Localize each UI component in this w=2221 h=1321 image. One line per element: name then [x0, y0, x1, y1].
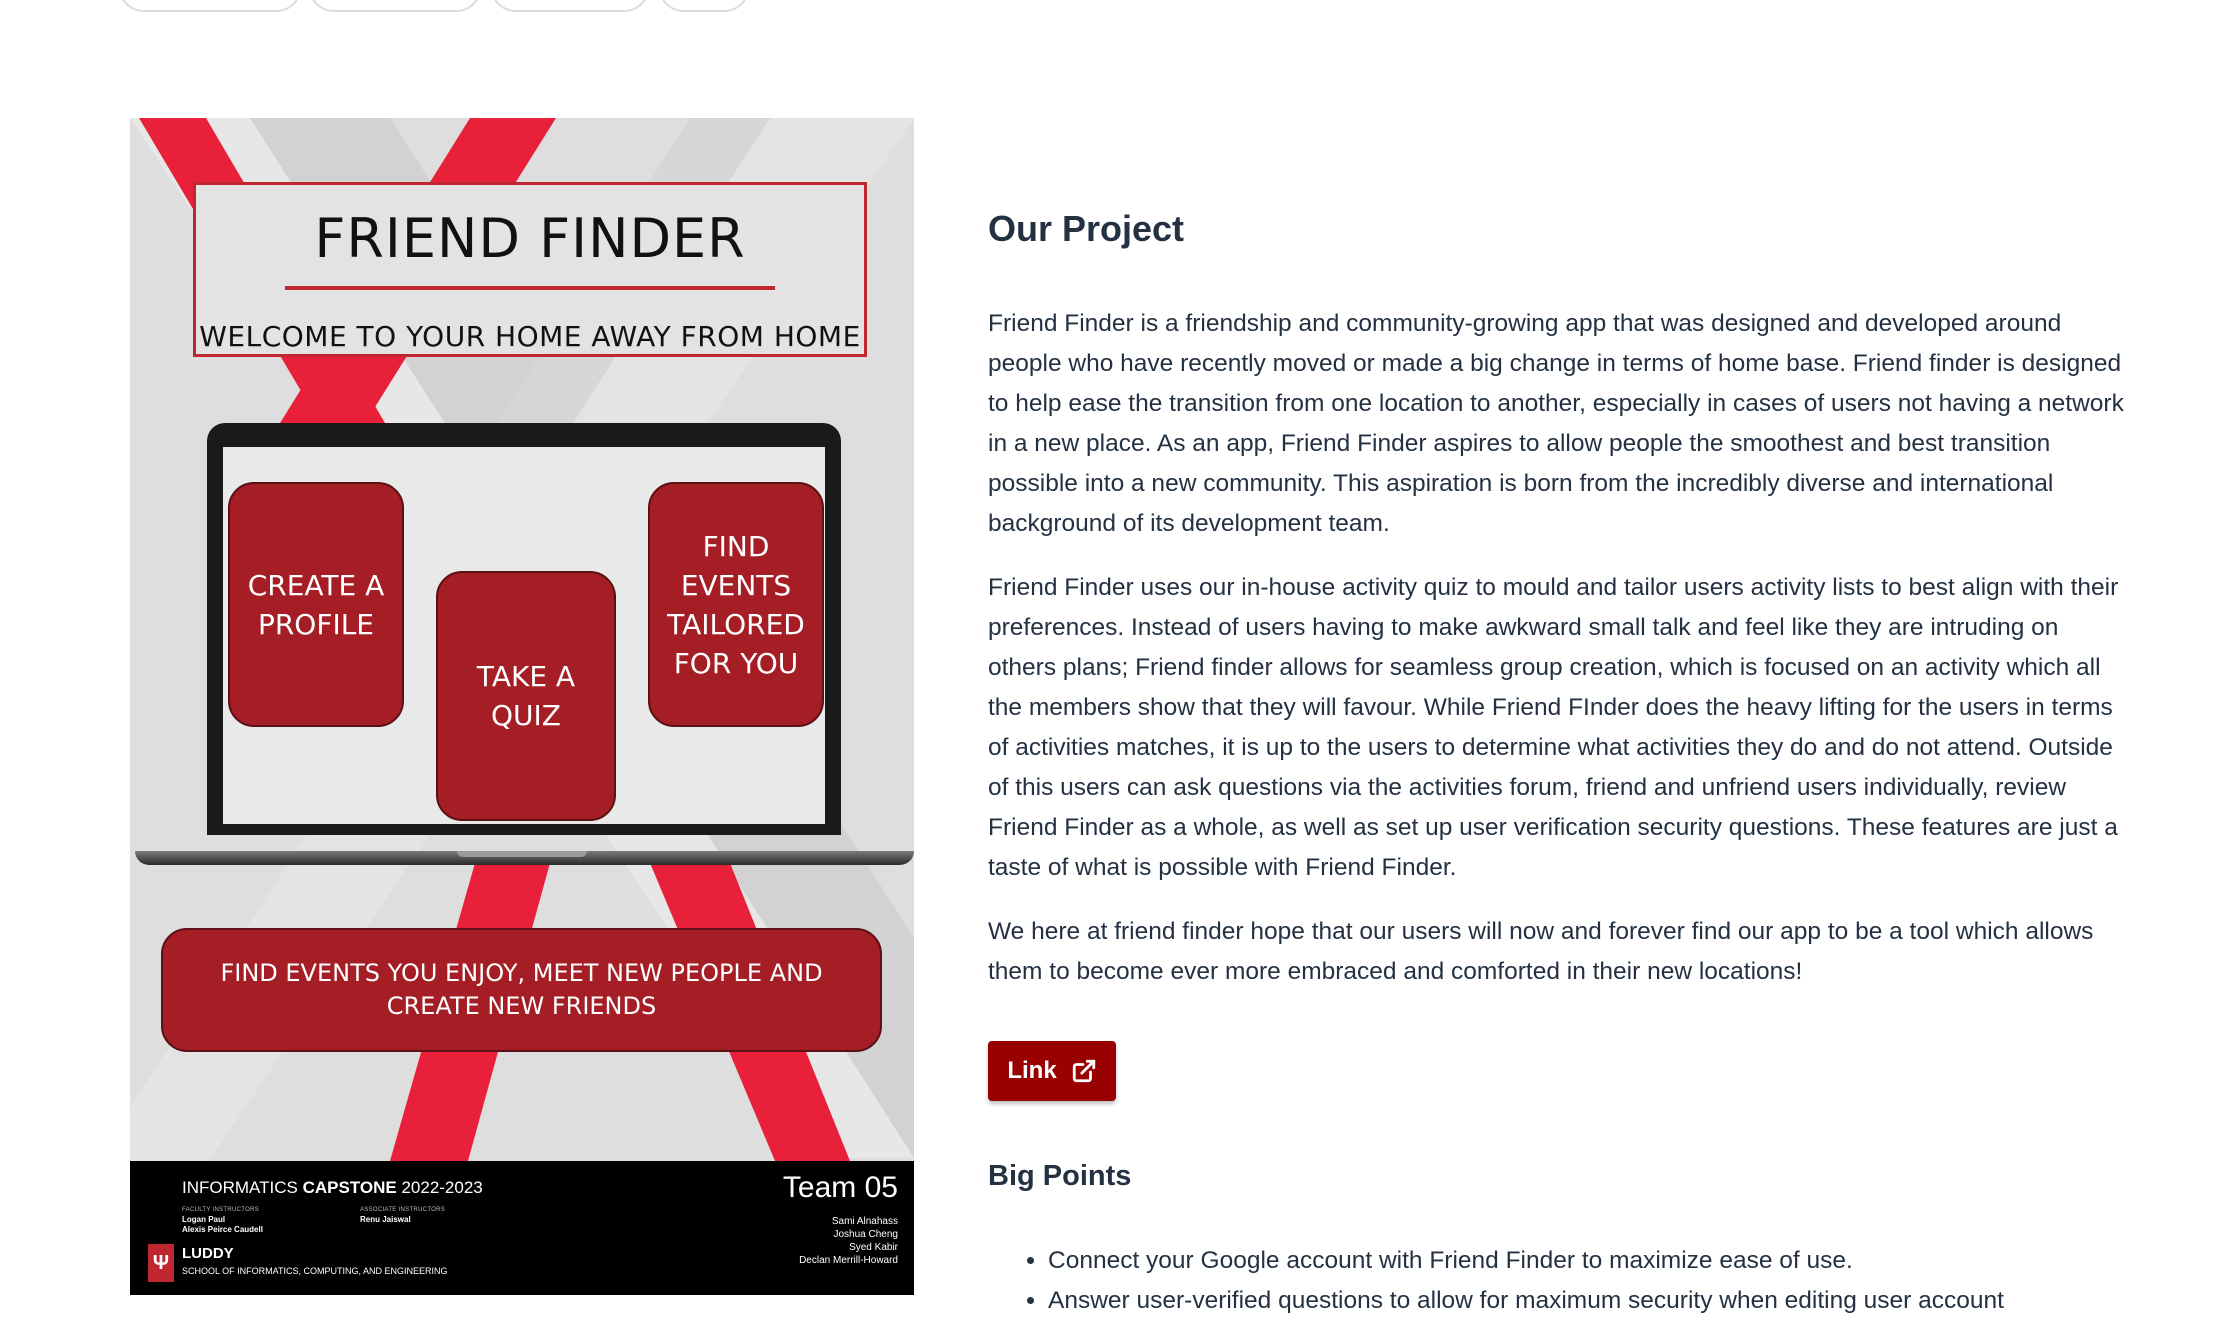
card-create-profile: CREATE A PROFILE — [228, 482, 404, 727]
project-paragraph: Friend Finder is a friendship and commun… — [988, 310, 2124, 537]
faculty-names: Logan Paul Alexis Peirce Caudell — [182, 1215, 263, 1234]
faculty-label: FACULTY INSTRUCTORS — [182, 1207, 260, 1213]
poster-footer: INFORMATICS CAPSTONE 2022-2023 FACULTY I… — [130, 1161, 914, 1295]
project-paragraph: We here at friend finder hope that our u… — [988, 918, 2094, 985]
luddy-label: LUDDY — [182, 1245, 234, 1262]
associate-label: ASSOCIATE INSTRUCTORS — [360, 1207, 446, 1213]
card-find-events: FIND EVENTS TAILORED FOR YOU — [648, 482, 824, 727]
poster-banner: FIND EVENTS YOU ENJOY, MEET NEW PEOPLE A… — [161, 928, 882, 1052]
associate-names: Renu Jaiswal — [360, 1215, 411, 1224]
tag-chip[interactable] — [490, 0, 650, 12]
project-poster-image: FRIEND FINDER WELCOME TO YOUR HOME AWAY … — [130, 118, 914, 1295]
tag-chip[interactable] — [658, 0, 750, 12]
tag-chip[interactable] — [308, 0, 482, 12]
big-points-list: Connect your Google account with Friend … — [988, 1241, 2148, 1321]
project-link-button[interactable]: Link — [988, 1041, 1116, 1101]
school-label: SCHOOL OF INFORMATICS, COMPUTING, AND EN… — [182, 1266, 448, 1276]
title-underline — [285, 286, 775, 290]
iu-logo-icon: Ψ — [148, 1244, 174, 1282]
poster-subtitle: WELCOME TO YOUR HOME AWAY FROM HOME — [199, 320, 861, 353]
list-item: Answer user-verified questions to allow … — [1048, 1281, 2148, 1321]
poster-title: FRIEND FINDER — [314, 207, 746, 270]
list-item: Connect your Google account with Friend … — [1048, 1241, 2148, 1281]
capstone-label: INFORMATICS CAPSTONE 2022-2023 — [182, 1178, 483, 1197]
external-link-icon — [1072, 1059, 1095, 1083]
card-take-quiz: TAKE A QUIZ — [436, 571, 616, 821]
team-members: Sami Alnahass Joshua Cheng Syed Kabir De… — [799, 1216, 898, 1266]
tag-chip[interactable] — [118, 0, 302, 12]
poster-title-box: FRIEND FINDER WELCOME TO YOUR HOME AWAY … — [193, 182, 867, 357]
project-paragraph: Friend Finder uses our in-house activity… — [988, 574, 2119, 881]
big-points-heading: Big Points — [988, 1160, 1132, 1192]
team-label: Team 05 — [782, 1171, 898, 1204]
link-label: Link — [1007, 1057, 1057, 1084]
project-heading: Our Project — [988, 208, 1185, 249]
laptop-notch — [457, 851, 587, 857]
